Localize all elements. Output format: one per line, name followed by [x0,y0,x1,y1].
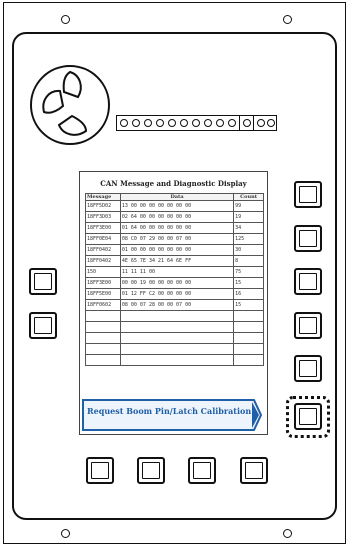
data-cell: 08 C0 07 29 00 00 07 00 [119,233,235,245]
left-softkey-2[interactable] [29,312,57,339]
table-row: 18FF0E04 08 C0 07 29 00 00 07 00 125 [85,233,264,245]
data-cell: 08 00 07 28 00 00 07 00 [119,299,235,311]
table-row: 18FF3D03 02 64 00 00 00 00 00 00 19 [85,211,264,223]
message-cell [85,321,121,333]
data-cell [119,343,235,355]
mounting-hole [283,15,292,24]
message-cell: 18FF3D03 [85,211,121,223]
message-cell: 18FF3E00 [85,222,121,234]
message-cell [85,310,121,322]
count-cell: 30 [233,244,264,256]
count-cell: 15 [233,277,264,289]
table-row [85,343,264,355]
table-row: 18FF3E00 00 00 19 00 00 00 00 00 15 [85,277,264,289]
count-cell: 75 [233,266,264,278]
right-softkey-4[interactable] [294,312,322,339]
count-cell [233,332,264,344]
table-row [85,332,264,344]
right-softkey-1[interactable] [294,181,322,208]
data-cell [119,321,235,333]
count-cell: 125 [233,233,264,245]
display-title: CAN Message and Diagnostic Display [100,179,247,188]
bottom-softkey-2[interactable] [137,457,165,484]
right-softkey-2[interactable] [294,225,322,252]
count-cell: 19 [233,211,264,223]
table-row: 18FF5D02 13 00 00 00 00 00 00 00 99 [85,200,264,212]
right-softkey-6[interactable] [294,403,322,430]
table-row [85,354,264,366]
table-row: 18FF0602 08 00 07 28 00 00 07 00 15 [85,299,264,311]
mounting-hole [283,529,292,538]
data-cell: 01 12 FF C2 00 00 00 00 [119,288,235,300]
calibration-banner-label: Request Boom Pin/Latch Calibration [87,406,252,416]
message-cell: 18FF0402 [85,255,121,267]
message-cell: 18FF3E00 [85,277,121,289]
count-cell: 15 [233,299,264,311]
table-row: 18FF5E00 01 12 FF C2 00 00 00 00 16 [85,288,264,300]
data-cell: 4E 65 7E 34 21 64 6E FF [119,255,235,267]
bottom-softkey-3[interactable] [188,457,216,484]
data-cell: 00 00 19 00 00 00 00 00 [119,277,235,289]
message-cell: 18FF5D02 [85,200,121,212]
bottom-softkey-1[interactable] [86,457,114,484]
table-row: 18FF0402 4E 65 7E 34 21 64 6E FF 8 [85,255,264,267]
data-cell: 13 00 00 00 00 00 00 00 [119,200,235,212]
column-header-data: Data [119,193,235,201]
data-cell: 01 64 00 00 00 00 00 00 [119,222,235,234]
fan-icon [30,65,110,145]
count-cell: 34 [233,222,264,234]
data-cell: 11 11 11 00 [119,266,235,278]
count-cell: 8 [233,255,264,267]
display-screen: CAN Message and Diagnostic Display Messa… [79,171,268,435]
message-cell: 18FF0402 [85,244,121,256]
can-message-table: Message Data Count 18FF5D02 13 00 00 00 0… [85,193,264,366]
message-cell: 18FF0E04 [85,233,121,245]
message-cell [85,332,121,344]
message-cell [85,343,121,355]
column-header-message: Message [85,193,121,201]
right-softkey-5[interactable] [294,355,322,382]
count-cell [233,321,264,333]
mounting-hole [61,15,70,24]
mounting-hole [61,529,70,538]
table-row [85,321,264,333]
column-header-count: Count [233,193,264,201]
count-cell: 16 [233,288,264,300]
left-softkey-1[interactable] [29,268,57,295]
table-row: 18FF0402 01 00 00 00 00 00 00 00 30 [85,244,264,256]
table-row: 18FF3E00 01 64 00 00 00 00 00 00 34 [85,222,264,234]
data-cell: 02 64 00 00 00 00 00 00 [119,211,235,223]
connector-terminal-strip [116,115,277,131]
data-cell [119,310,235,322]
count-cell: 99 [233,200,264,212]
right-softkey-3[interactable] [294,268,322,295]
message-cell: 18FF5E00 [85,288,121,300]
bottom-softkey-4[interactable] [240,457,268,484]
data-cell: 01 00 00 00 00 00 00 00 [119,244,235,256]
count-cell [233,343,264,355]
message-cell [85,354,121,366]
data-cell [119,354,235,366]
count-cell [233,354,264,366]
message-cell: 18FF0602 [85,299,121,311]
table-row [85,310,264,322]
data-cell [119,332,235,344]
message-cell: 150 [85,266,121,278]
count-cell [233,310,264,322]
table-row: 150 11 11 11 00 75 [85,266,264,278]
